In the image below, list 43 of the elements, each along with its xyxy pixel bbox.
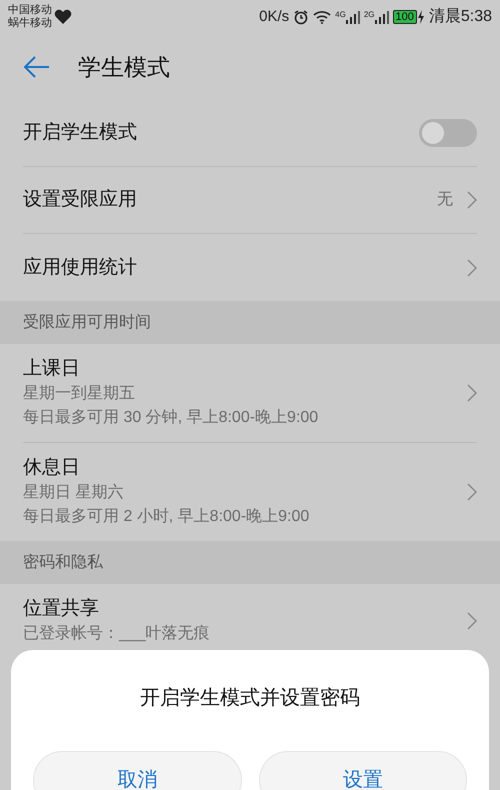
row-subtitle: 每日最多可用 2 小时, 早上8:00-晚上9:00 <box>23 506 310 527</box>
settings-row[interactable]: 开启学生模式 <box>23 100 477 167</box>
dialog-button[interactable]: 设置 <box>258 751 467 790</box>
chevron-right-icon <box>467 384 477 402</box>
battery-level: 100 <box>392 10 417 24</box>
row-title: 休息日 <box>23 456 81 480</box>
chevron-right-icon <box>467 191 477 209</box>
row-subtitle: 星期一到星期五 <box>23 384 136 404</box>
dialog-title: 开启学生模式并设置密码 <box>140 686 360 711</box>
toggle-switch[interactable] <box>419 119 477 147</box>
chevron-right-icon <box>467 483 477 501</box>
carrier-name: 中国移动 <box>8 4 52 16</box>
chevron-right-icon <box>467 258 477 276</box>
row-subtitle: 星期日 星期六 <box>23 482 124 503</box>
dialog-button[interactable]: 取消 <box>33 751 242 790</box>
row-title: 位置共享 <box>23 597 100 621</box>
alarm-icon <box>293 9 310 25</box>
clock: 清晨5:38 <box>428 6 492 27</box>
row-title: 设置受限应用 <box>23 188 138 212</box>
row-subtitle: 已登录帐号：___叶落无痕 <box>23 624 211 644</box>
settings-row[interactable]: 上课日 星期一到星期五 每日最多可用 30 分钟, 早上8:00-晚上9:00 <box>23 344 477 443</box>
settings-row[interactable]: 位置共享 已登录帐号：___叶落无痕 <box>23 584 477 658</box>
carrier-name: 蜗牛移动 <box>8 17 52 30</box>
row-subtitle: 每日最多可用 30 分钟, 早上8:00-晚上9:00 <box>23 408 320 428</box>
wifi-icon <box>313 10 332 24</box>
network-speed: 0K/s <box>259 6 290 27</box>
page-title: 学生模式 <box>78 52 170 82</box>
settings-row[interactable]: 设置受限应用 无 <box>23 167 477 234</box>
signal-icon <box>374 10 388 24</box>
heart-icon <box>54 9 72 25</box>
network-type: 4G <box>335 10 346 19</box>
settings-row[interactable]: 应用使用统计 <box>23 234 477 301</box>
network-type: 2G <box>364 10 374 19</box>
back-arrow-icon[interactable] <box>24 56 50 78</box>
row-title: 上课日 <box>23 357 81 381</box>
row-title: 开启学生模式 <box>23 121 138 145</box>
settings-row[interactable]: 休息日 星期日 星期六 每日最多可用 2 小时, 早上8:00-晚上9:00 <box>23 443 477 541</box>
row-title: 应用使用统计 <box>23 256 138 280</box>
section-header: 密码和隐私 <box>0 541 500 584</box>
chevron-right-icon <box>467 612 477 630</box>
row-value: 无 <box>437 190 453 210</box>
section-header: 受限应用可用时间 <box>0 301 500 344</box>
signal-icon <box>346 10 360 24</box>
